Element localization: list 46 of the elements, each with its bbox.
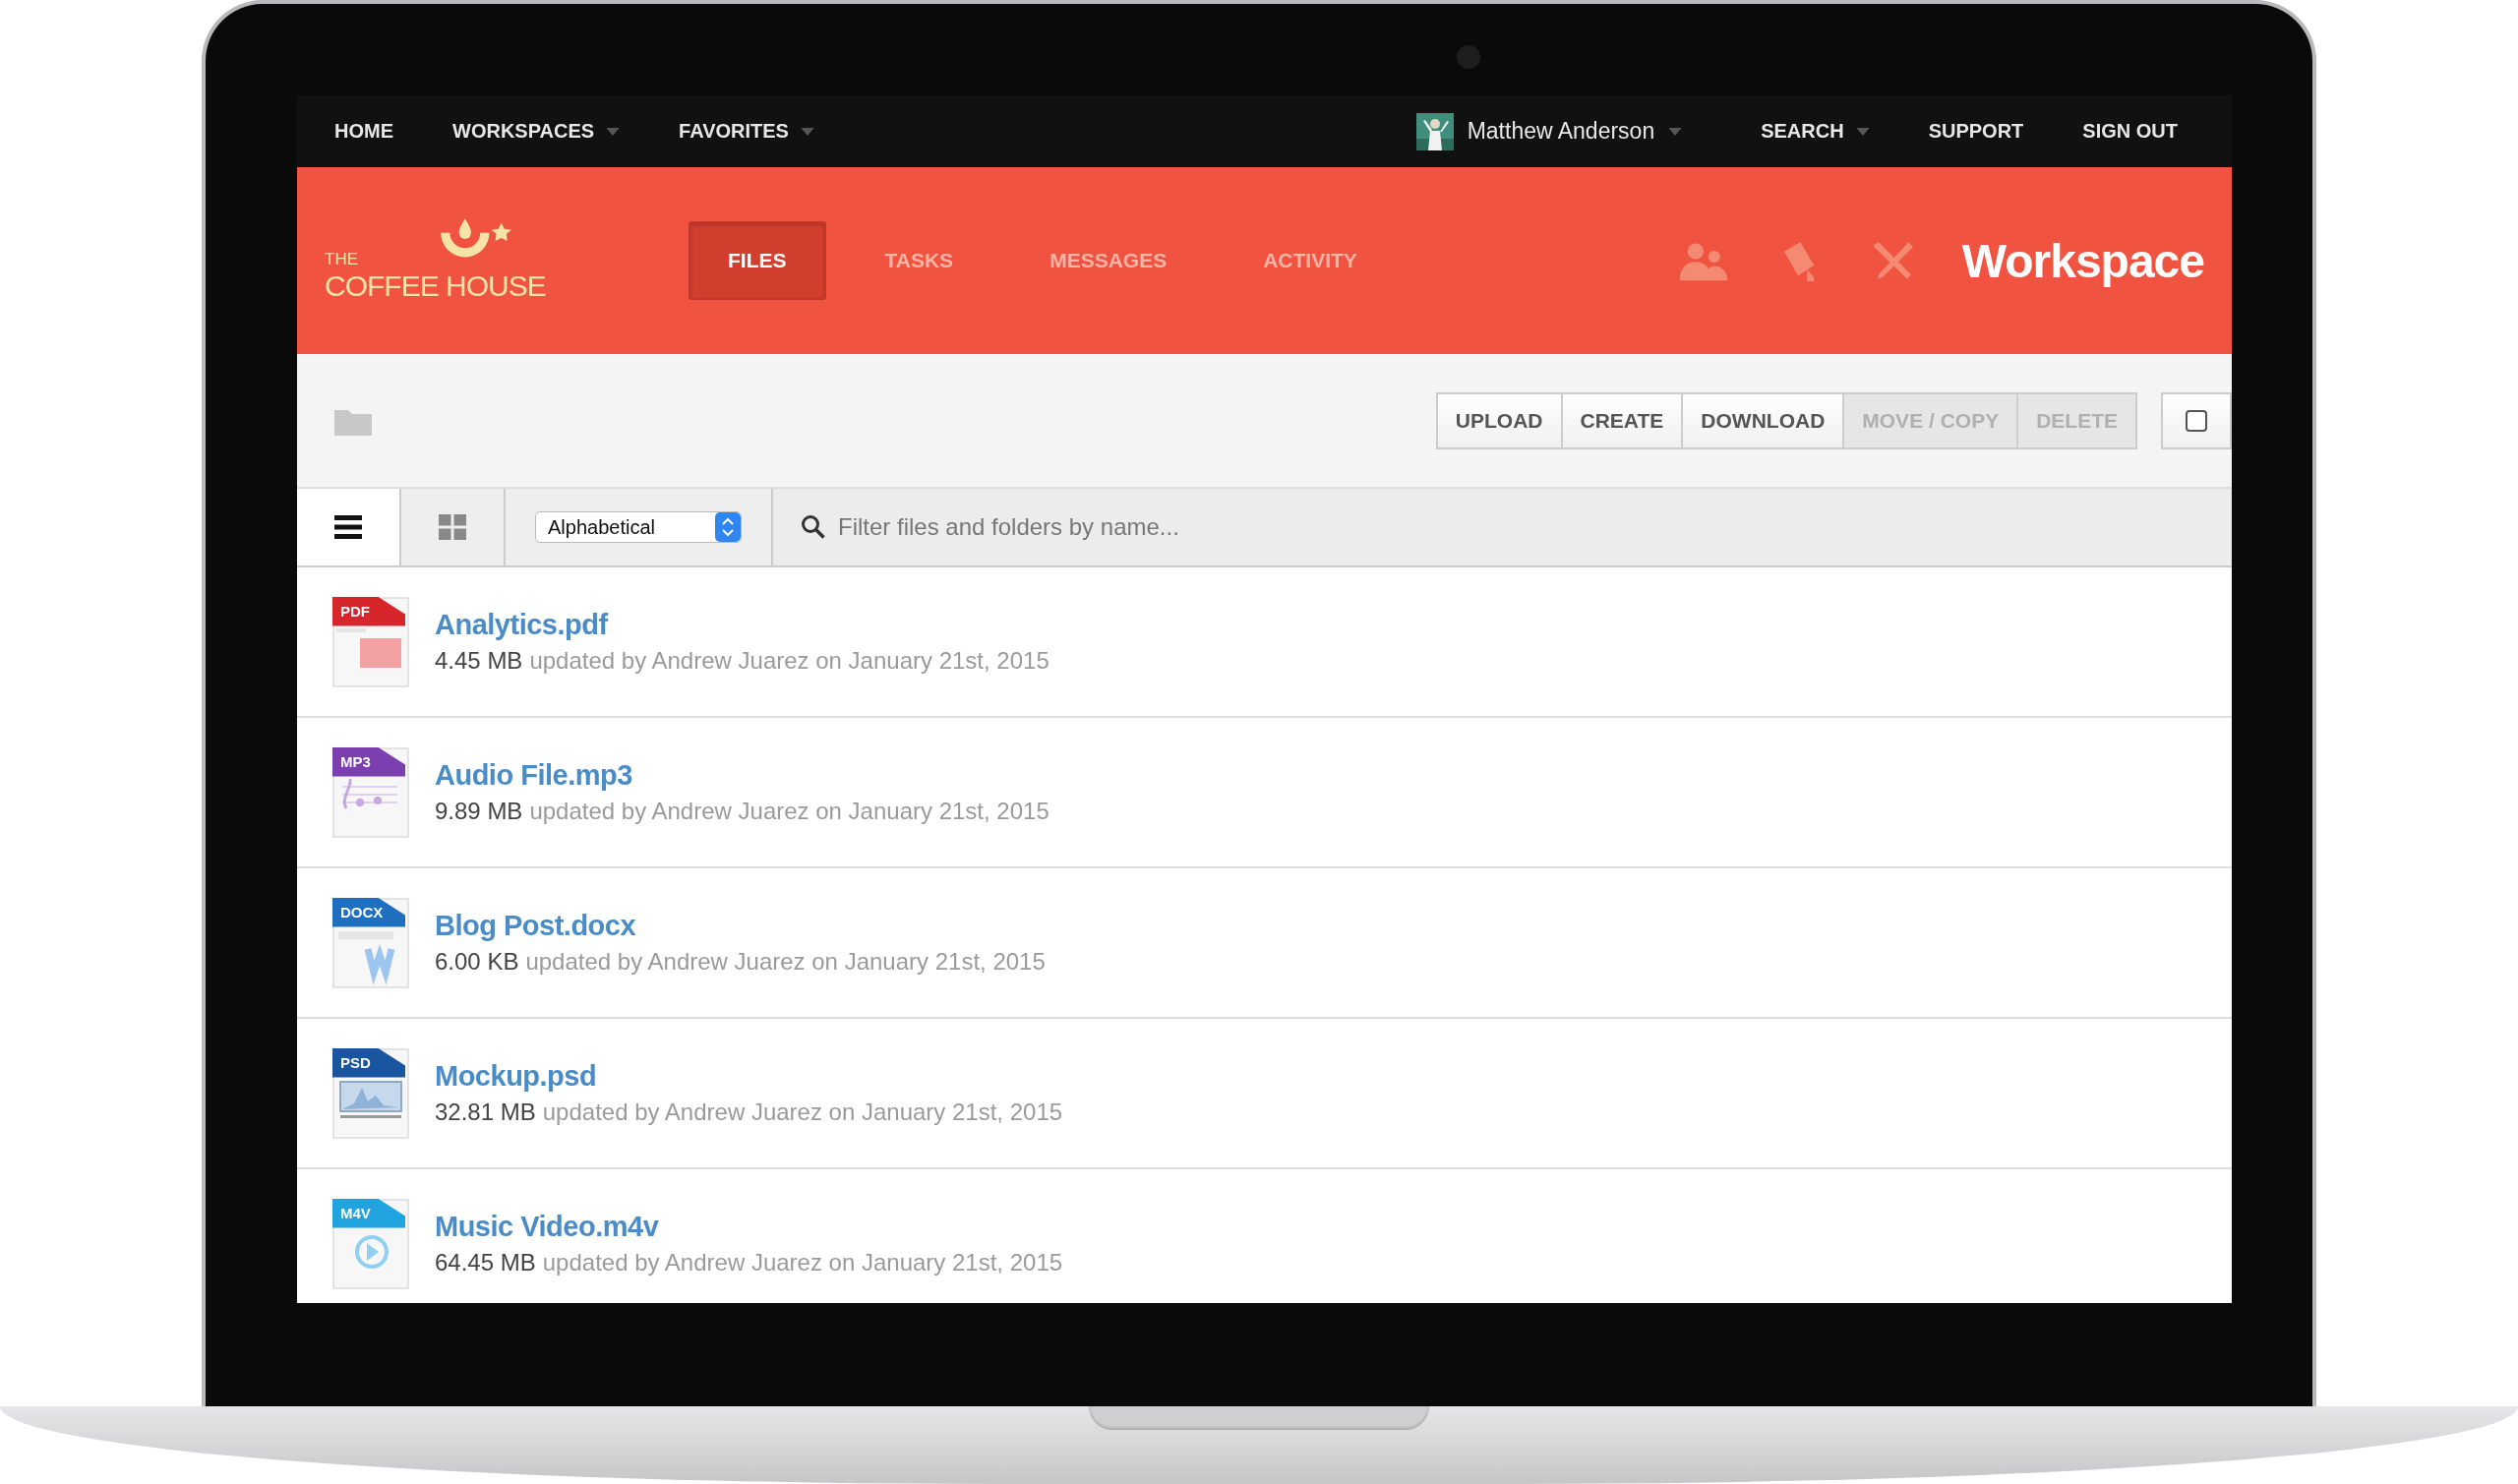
file-name-link[interactable]: Music Video.m4v: [435, 1211, 1063, 1243]
type-label: MP3: [332, 746, 405, 777]
workspace-title: Workspace: [1961, 233, 2204, 288]
file-size: 64.45 MB: [435, 1249, 536, 1276]
file-size: 6.00 KB: [435, 948, 519, 976]
tab[interactable]: FILES: [689, 221, 826, 300]
nav-link[interactable]: WORKSPACES: [423, 120, 650, 143]
stepper-icon: [715, 511, 741, 543]
file-size: 4.45 MB: [435, 647, 523, 675]
sort-dropdown[interactable]: Alphabetical: [535, 511, 742, 543]
file-meta: updated by Andrew Juarez on January 21st, 2015: [529, 798, 1049, 825]
file-meta: updated by Andrew Juarez on January 21st, 2015: [529, 647, 1049, 675]
nav-link[interactable]: FAVORITES: [649, 120, 844, 143]
file-name-link[interactable]: Analytics.pdf: [435, 609, 1049, 641]
type-label: PDF: [332, 596, 405, 626]
user-menu[interactable]: Matthew Anderson: [1386, 112, 1732, 150]
list-icon: [334, 514, 362, 540]
nav-link[interactable]: SIGN OUT: [2053, 120, 2207, 143]
file-size: 32.81 MB: [435, 1098, 536, 1126]
caret-icon: [1855, 127, 1870, 136]
grid-icon: [439, 514, 466, 540]
brand-prefix: THE: [325, 250, 359, 269]
nav-link[interactable]: HOME: [305, 120, 423, 143]
file-size: 9.89 MB: [435, 798, 523, 825]
caret-icon: [606, 127, 621, 136]
action-button[interactable]: UPLOAD: [1435, 391, 1563, 449]
view-toggle[interactable]: [297, 489, 401, 565]
action-button[interactable]: CREATE: [1560, 391, 1684, 449]
action-button[interactable]: DOWNLOAD: [1681, 391, 1845, 449]
file-name-link[interactable]: Blog Post.docx: [435, 910, 1046, 942]
caret-icon: [1668, 127, 1683, 136]
file-meta: updated by Andrew Juarez on January 21st, 2015: [542, 1098, 1063, 1126]
file-name-link[interactable]: Mockup.psd: [435, 1060, 1063, 1093]
select-all-button[interactable]: [2161, 391, 2232, 449]
nav-link[interactable]: SUPPORT: [1898, 120, 2054, 143]
type-label: M4V: [332, 1198, 405, 1228]
nav-link[interactable]: SEARCH: [1731, 120, 1899, 143]
brand-name: COFFEE HOUSE: [325, 269, 546, 303]
file-meta: updated by Andrew Juarez on January 21st, 2015: [525, 948, 1046, 976]
type-label: PSD: [332, 1047, 405, 1078]
filter-input[interactable]: Filter files and folders by name...: [836, 512, 2232, 542]
file-name-link[interactable]: Audio File.mp3: [435, 759, 1049, 792]
file-meta: updated by Andrew Juarez on January 21st, 2015: [542, 1249, 1063, 1276]
caret-icon: [800, 127, 814, 136]
type-label: DOCX: [332, 897, 405, 927]
search-icon: [801, 514, 826, 540]
